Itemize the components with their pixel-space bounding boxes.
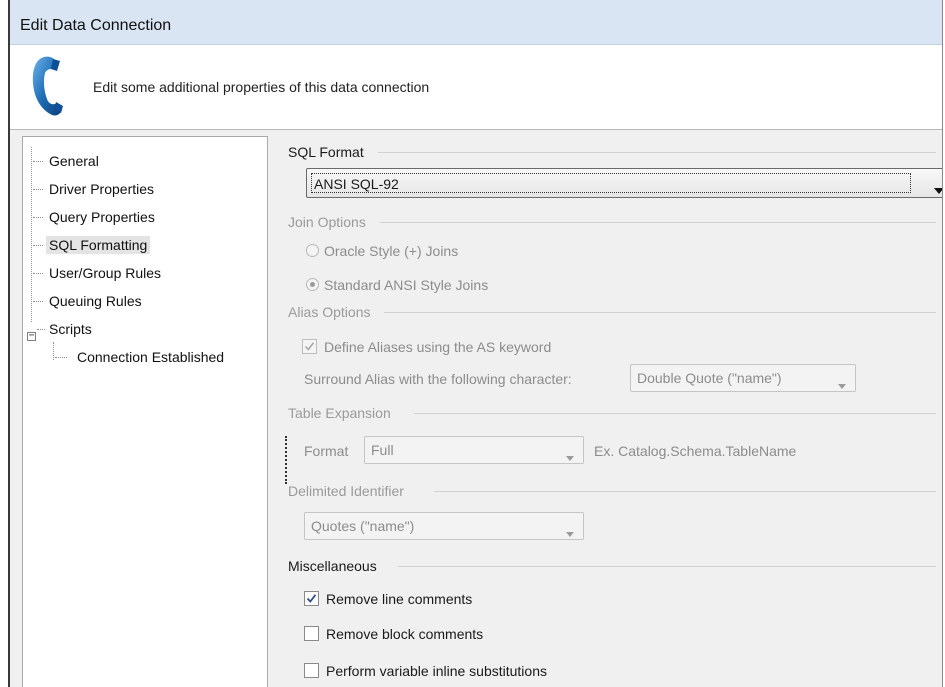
- radio-button[interactable]: [306, 244, 319, 257]
- tree-item-sql-formatting[interactable]: SQL Formatting: [33, 233, 151, 257]
- tree-item-scripts[interactable]: Scripts: [37, 317, 92, 341]
- group-divider: [380, 222, 936, 223]
- miscellaneous-title: Miscellaneous: [288, 557, 381, 575]
- surround-alias-label: Surround Alias with the following charac…: [304, 371, 572, 387]
- standard-ansi-joins-label: Standard ANSI Style Joins: [324, 277, 489, 293]
- dialog-header: Edit some additional properties of this …: [10, 45, 942, 130]
- format-label: Format: [304, 443, 349, 459]
- dialog-description: Edit some additional properties of this …: [93, 79, 430, 95]
- tree-item-user-group-rules[interactable]: User/Group Rules: [33, 261, 162, 285]
- alias-options-title: Alias Options: [288, 303, 375, 321]
- delimited-identifier-title: Delimited Identifier: [288, 482, 408, 500]
- surround-alias-value: Double Quote ("name"): [637, 370, 782, 386]
- define-aliases-label: Define Aliases using the AS keyword: [324, 339, 552, 355]
- tree-item-query-properties[interactable]: Query Properties: [33, 205, 155, 229]
- group-divider: [384, 312, 936, 313]
- surround-alias-dropdown[interactable]: Double Quote ("name"): [630, 364, 856, 392]
- chevron-down-icon: [934, 181, 942, 197]
- sql-format-dropdown[interactable]: ANSI SQL-92: [306, 168, 942, 198]
- checkbox[interactable]: [304, 591, 319, 606]
- remove-block-comments-label: Remove block comments: [326, 626, 484, 642]
- group-divider: [414, 413, 936, 414]
- delimited-identifier-value: Quotes ("name"): [311, 518, 415, 534]
- delimited-identifier-dropdown[interactable]: Quotes ("name"): [304, 512, 584, 540]
- dialog-content: General Driver Properties Query Properti…: [10, 130, 942, 687]
- tree-item-label: General: [49, 153, 99, 169]
- tree-item-label: Driver Properties: [49, 181, 155, 197]
- tree-item-label: Connection Established: [77, 349, 225, 365]
- phone-icon: [30, 55, 70, 120]
- checkbox[interactable]: [304, 626, 319, 641]
- tree-item-label: User/Group Rules: [49, 265, 162, 281]
- collapse-icon[interactable]: −: [27, 331, 36, 341]
- chevron-down-icon: [566, 448, 574, 464]
- window-title: Edit Data Connection: [20, 17, 172, 34]
- tree-item-queuing-rules[interactable]: Queuing Rules: [33, 289, 142, 313]
- group-divider: [434, 491, 936, 492]
- chevron-down-icon: [838, 376, 846, 392]
- splitter-grip[interactable]: [285, 436, 287, 484]
- tree-item-label: Scripts: [49, 321, 92, 337]
- title-bar: Edit Data Connection: [10, 0, 942, 45]
- variable-inline-substitutions-label: Perform variable inline substitutions: [326, 663, 547, 679]
- table-format-example: Ex. Catalog.Schema.TableName: [594, 443, 797, 459]
- tree-connector: [31, 147, 32, 322]
- group-divider: [378, 152, 936, 153]
- tree-item-driver-properties[interactable]: Driver Properties: [33, 177, 155, 201]
- sql-formatting-panel: SQL Format ANSI SQL-92 Join Options Orac…: [285, 130, 942, 687]
- table-format-value: Full: [371, 442, 394, 458]
- tree-item-connection-established[interactable]: Connection Established: [55, 345, 225, 369]
- table-expansion-title: Table Expansion: [288, 404, 395, 422]
- oracle-style-joins-label: Oracle Style (+) Joins: [324, 243, 459, 259]
- sql-format-title: SQL Format: [288, 143, 368, 161]
- radio-button[interactable]: [306, 278, 319, 291]
- edit-data-connection-dialog: Edit Data Connection Edit some additiona…: [8, 0, 943, 687]
- table-format-dropdown[interactable]: Full: [364, 436, 584, 464]
- remove-line-comments-label: Remove line comments: [326, 591, 473, 607]
- checkbox[interactable]: [302, 339, 317, 354]
- tree-item-general[interactable]: General: [33, 149, 99, 173]
- tree-connector: [53, 342, 54, 360]
- tree-item-label: SQL Formatting: [46, 236, 151, 254]
- tree-item-label: Query Properties: [49, 209, 155, 225]
- tree-item-label: Queuing Rules: [49, 293, 142, 309]
- group-divider: [398, 566, 936, 567]
- settings-tree: General Driver Properties Query Properti…: [22, 136, 268, 687]
- join-options-title: Join Options: [288, 213, 370, 231]
- sql-format-value: ANSI SQL-92: [311, 173, 911, 193]
- checkbox[interactable]: [304, 663, 319, 678]
- chevron-down-icon: [566, 524, 574, 540]
